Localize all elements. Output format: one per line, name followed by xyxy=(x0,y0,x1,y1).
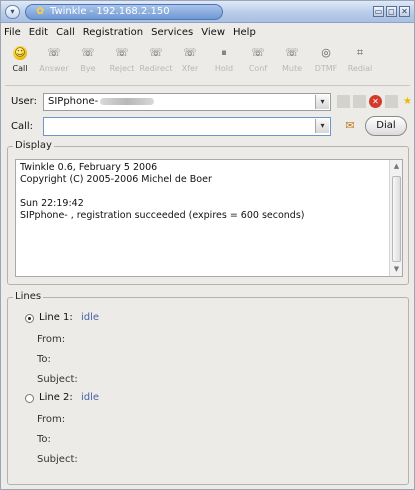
mute-icon: ☏ xyxy=(285,46,299,59)
menu-call[interactable]: Call xyxy=(56,27,75,38)
mute-button[interactable]: ☏ Mute xyxy=(275,42,309,80)
chevron-down-icon[interactable]: ▾ xyxy=(315,119,329,133)
display-line: SIPphone- , registration succeeded (expi… xyxy=(20,210,305,221)
transfer-button[interactable]: ☏ Xfer xyxy=(173,42,207,80)
scroll-thumb[interactable] xyxy=(392,176,401,262)
scroll-down-icon[interactable]: ▼ xyxy=(391,264,402,275)
close-button[interactable]: ✕ xyxy=(399,6,410,17)
toolbar: ☺ Call ☏ Answer ☏ Bye ☏ Reject ☏ Redirec… xyxy=(3,42,414,82)
answer-button[interactable]: ☏ Answer xyxy=(37,42,71,80)
user-label: User: xyxy=(11,96,37,107)
conference-button-label: Conf xyxy=(248,64,268,73)
call-label: Call: xyxy=(11,121,34,132)
line-2-from-label: From: xyxy=(37,414,66,425)
call-button-label: Call xyxy=(12,64,28,73)
title-bar[interactable]: ▾ ✿ Twinkle - 192.168.2.150 ▭ ◻ ✕ xyxy=(1,1,414,23)
bye-button[interactable]: ☏ Bye xyxy=(71,42,105,80)
call-address-combo[interactable]: ▾ xyxy=(43,117,331,136)
transfer-icon: ☏ xyxy=(183,46,197,59)
redial-button[interactable]: ⌗ Redial xyxy=(343,42,377,80)
scroll-up-icon[interactable]: ▲ xyxy=(391,161,402,172)
call-button[interactable]: ☺ Call xyxy=(3,42,37,80)
redirect-button-label: Redirect xyxy=(139,64,173,73)
dtmf-icon: ◎ xyxy=(321,46,331,59)
display-group-title: Display xyxy=(13,140,54,151)
display-text-area[interactable]: Twinkle 0.6, February 5 2006 Copyright (… xyxy=(15,159,403,277)
menu-help[interactable]: Help xyxy=(233,27,256,38)
line-1-to-label: To: xyxy=(37,354,51,365)
answer-icon: ☏ xyxy=(47,46,61,59)
lines-group-title: Lines xyxy=(13,291,44,302)
line-1-state: idle xyxy=(81,312,100,323)
bye-button-label: Bye xyxy=(80,64,96,73)
display-line: Twinkle 0.6, February 5 2006 xyxy=(20,162,158,173)
redirect-button[interactable]: ☏ Redirect xyxy=(139,42,173,80)
status-indicator-icon[interactable] xyxy=(353,95,366,108)
line-1-label[interactable]: Line 1: xyxy=(39,312,73,323)
menu-view[interactable]: View xyxy=(201,27,225,38)
transfer-button-label: Xfer xyxy=(181,64,199,73)
hold-icon: ⏸ xyxy=(221,46,227,59)
app-star-icon: ✿ xyxy=(36,6,45,17)
display-line xyxy=(20,186,402,198)
call-address-input[interactable] xyxy=(44,118,304,135)
status-indicator-icon[interactable] xyxy=(337,95,350,108)
maximize-button[interactable]: ◻ xyxy=(386,6,397,17)
menu-edit[interactable]: Edit xyxy=(29,27,48,38)
system-menu-button[interactable]: ▾ xyxy=(5,5,20,19)
redacted-user xyxy=(100,97,155,105)
star-icon[interactable]: ★ xyxy=(401,95,414,108)
line-2-state: idle xyxy=(81,392,100,403)
menu-registration[interactable]: Registration xyxy=(83,27,143,38)
hold-button-label: Hold xyxy=(214,64,234,73)
address-book-icon[interactable]: ✉ xyxy=(341,117,359,135)
display-line: Copyright (C) 2005-2006 Michel de Boer xyxy=(20,174,212,185)
line-1-subject-label: Subject: xyxy=(37,374,78,385)
twinkle-window: ▾ ✿ Twinkle - 192.168.2.150 ▭ ◻ ✕ File E… xyxy=(0,0,415,490)
menu-bar: File Edit Call Registration Services Vie… xyxy=(1,23,414,41)
toolbar-divider xyxy=(5,85,410,86)
user-value: SIPphone- xyxy=(48,96,99,107)
chevron-down-icon[interactable]: ▾ xyxy=(315,95,329,109)
user-select[interactable]: SIPphone- ▾ xyxy=(43,93,331,111)
reject-button-label: Reject xyxy=(109,64,135,73)
phone-call-icon: ☺ xyxy=(13,46,27,60)
window-title-text: Twinkle - 192.168.2.150 xyxy=(50,6,170,17)
reject-button[interactable]: ☏ Reject xyxy=(105,42,139,80)
line-1-radio[interactable] xyxy=(25,314,34,323)
hold-button[interactable]: ⏸ Hold xyxy=(207,42,241,80)
conference-icon: ☏ xyxy=(251,46,265,59)
line-2-to-label: To: xyxy=(37,434,51,445)
status-indicator-icon[interactable] xyxy=(385,95,398,108)
window-controls: ▭ ◻ ✕ xyxy=(373,6,410,17)
conference-button[interactable]: ☏ Conf xyxy=(241,42,275,80)
line-2-radio[interactable] xyxy=(25,394,34,403)
dtmf-button-label: DTMF xyxy=(314,64,338,73)
display-scrollbar[interactable]: ▲ ▼ xyxy=(389,160,402,276)
redial-icon: ⌗ xyxy=(356,46,364,59)
dtmf-button[interactable]: ◎ DTMF xyxy=(309,42,343,80)
minimize-button[interactable]: ▭ xyxy=(373,6,384,17)
line-2-label[interactable]: Line 2: xyxy=(39,392,73,403)
display-line: Sun 22:19:42 xyxy=(20,198,84,209)
line-1-from-label: From: xyxy=(37,334,66,345)
dnd-status-icon[interactable]: ✕ xyxy=(369,95,382,108)
mute-button-label: Mute xyxy=(281,64,303,73)
redirect-icon: ☏ xyxy=(149,46,163,59)
window-title: ✿ Twinkle - 192.168.2.150 xyxy=(25,4,223,20)
redial-button-label: Redial xyxy=(347,64,373,73)
reject-icon: ☏ xyxy=(115,46,129,59)
registration-status: ✕ ★ xyxy=(337,95,414,108)
menu-services[interactable]: Services xyxy=(151,27,193,38)
answer-button-label: Answer xyxy=(39,64,69,73)
bye-icon: ☏ xyxy=(81,46,95,59)
line-2-subject-label: Subject: xyxy=(37,454,78,465)
menu-file[interactable]: File xyxy=(4,27,21,38)
dial-button[interactable]: Dial xyxy=(365,116,407,136)
